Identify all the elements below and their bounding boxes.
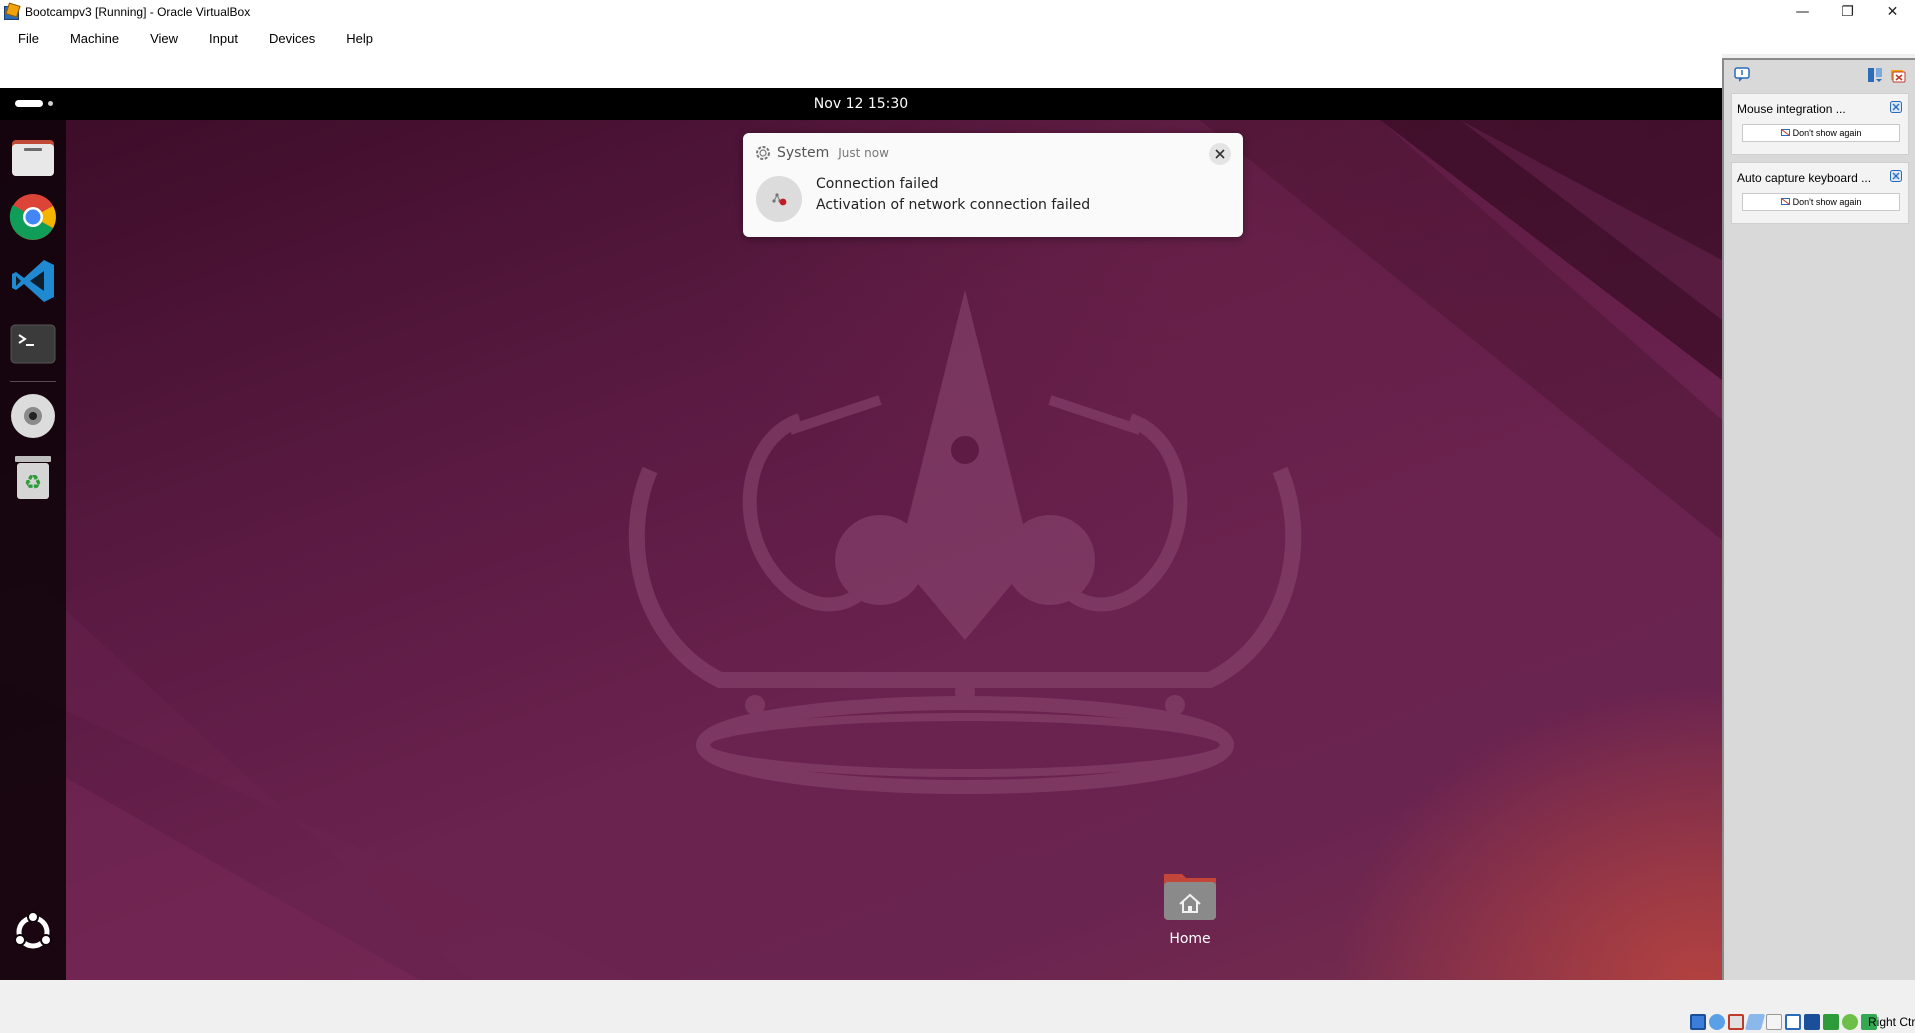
shared-folders-icon[interactable] [1785, 1014, 1801, 1030]
notification-card-mouse-integration: Mouse integration ... Don't show again [1731, 93, 1909, 155]
files-icon[interactable] [9, 132, 57, 180]
do-not-show-icon [1780, 198, 1790, 205]
notification-title: Connection failed [816, 176, 939, 192]
vbox-status-bar: Right Ctrl [0, 980, 1915, 1033]
home-folder-icon[interactable] [1160, 868, 1220, 922]
dont-show-again-label: Don't show again [1792, 128, 1862, 138]
do-not-show-icon [1780, 129, 1790, 136]
network-error-icon [756, 176, 802, 222]
clear-notifications-icon[interactable] [1890, 67, 1906, 83]
minimize-button[interactable]: — [1780, 0, 1825, 24]
home-folder-label[interactable]: Home [1140, 931, 1240, 947]
window-title: Bootcampv3 [Running] - Oracle VirtualBox [25, 5, 251, 19]
vbox-notification-center: Mouse integration ... Don't show again A… [1722, 58, 1915, 980]
menu-file[interactable]: File [6, 24, 51, 54]
host-key-label: Right Ctrl [1868, 1015, 1915, 1029]
notification-card-title: Auto capture keyboard ... [1737, 171, 1872, 185]
menu-machine[interactable]: Machine [58, 24, 131, 54]
notification-card-title: Mouse integration ... [1737, 102, 1846, 116]
restore-button[interactable]: ❐ [1825, 0, 1870, 24]
notification-source: System [777, 145, 830, 161]
gear-icon [756, 146, 770, 160]
sort-notifications-icon[interactable] [1867, 67, 1883, 83]
menu-view[interactable]: View [138, 24, 190, 54]
close-icon [1215, 149, 1225, 159]
hard-disk-icon[interactable] [1690, 1014, 1706, 1030]
svg-text:♻: ♻ [24, 470, 42, 494]
notification-center-toolbar [1724, 60, 1915, 90]
notification-card-auto-capture-keyboard: Auto capture keyboard ... Don't show aga… [1731, 162, 1909, 224]
guest-display[interactable]: Nov 12 15:30 ♻ System Just now Connectio… [0, 88, 1722, 980]
recording-icon[interactable] [1823, 1014, 1839, 1030]
notification-popup[interactable]: System Just now Connection failed Activa… [743, 133, 1243, 237]
wallpaper [0, 120, 1722, 980]
dont-show-again-label: Don't show again [1792, 197, 1862, 207]
clock[interactable]: Nov 12 15:30 [0, 88, 1722, 120]
optical-drive-icon[interactable] [1709, 1014, 1725, 1030]
window-titlebar: Bootcampv3 [Running] - Oracle VirtualBox… [0, 0, 1915, 24]
menu-input[interactable]: Input [197, 24, 250, 54]
window-controls: — ❐ ✕ [1780, 0, 1915, 24]
notification-body: Activation of network connection failed [816, 197, 1091, 213]
dont-show-again-button[interactable]: Don't show again [1742, 193, 1900, 211]
notification-time: Just now [838, 146, 889, 160]
ubuntu-crown-logo [628, 290, 1302, 794]
menu-bar: File Machine View Input Devices Help [0, 24, 1915, 54]
display-icon[interactable] [1804, 1014, 1820, 1030]
notification-header: System Just now [755, 145, 889, 161]
cpu-activity-icon[interactable] [1842, 1014, 1858, 1030]
dvd-icon[interactable] [9, 392, 57, 440]
vscode-icon[interactable] [9, 257, 57, 305]
notification-close-button[interactable] [1209, 143, 1231, 165]
status-indicators [1690, 1014, 1877, 1030]
network-icon[interactable] [1744, 1014, 1766, 1030]
ubuntu-dock: ♻ [0, 120, 66, 980]
dont-show-again-button[interactable]: Don't show again [1742, 124, 1900, 142]
host-window-background [0, 54, 1722, 88]
chrome-icon[interactable] [9, 193, 57, 241]
ubuntu-top-bar: Nov 12 15:30 [0, 88, 1722, 120]
notification-bubble-icon[interactable] [1734, 67, 1750, 83]
close-button[interactable]: ✕ [1870, 0, 1915, 24]
usb-icon[interactable] [1766, 1014, 1782, 1030]
desktop[interactable]: ♻ System Just now Connection failed Acti… [0, 120, 1722, 980]
menu-help[interactable]: Help [334, 24, 385, 54]
audio-icon[interactable] [1728, 1014, 1744, 1030]
close-notification-icon[interactable] [1890, 101, 1902, 113]
menu-devices[interactable]: Devices [257, 24, 327, 54]
trash-icon[interactable]: ♻ [9, 454, 57, 502]
show-apps-icon[interactable] [9, 908, 57, 956]
dock-separator [10, 381, 56, 382]
virtualbox-app-icon [3, 4, 19, 20]
terminal-icon[interactable] [9, 320, 57, 368]
close-notification-icon[interactable] [1890, 170, 1902, 182]
